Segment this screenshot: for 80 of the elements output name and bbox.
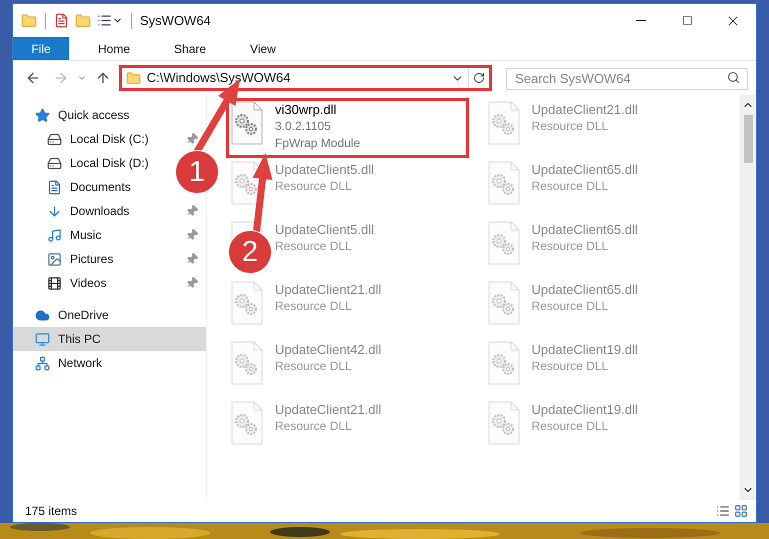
sidebar-item[interactable]: Local Disk (C:)	[13, 127, 206, 151]
file-detail: Resource DLL	[275, 298, 353, 315]
file-tab[interactable]: File	[13, 37, 69, 60]
file-name: UpdateClient21.dll	[275, 401, 382, 418]
sidebar-item[interactable]: Quick access	[13, 103, 138, 127]
dll-file-icon	[488, 162, 519, 204]
up-icon[interactable]	[94, 70, 111, 86]
sidebar-item[interactable]: Documents	[13, 175, 139, 199]
file-name: UpdateClient21.dll	[532, 101, 638, 118]
highlighted-file-item[interactable]: vi30wrp.dll 3.0.2.1105 FpWrap Module	[227, 99, 468, 157]
file-detail: Resource DLL	[275, 178, 353, 195]
refresh-icon[interactable]	[473, 72, 486, 84]
file-detail: 3.0.2.1105	[275, 118, 332, 135]
scroll-thumb[interactable]	[744, 115, 752, 163]
file-name: UpdateClient65.dll	[532, 281, 638, 298]
file-name: UpdateClient42.dll	[275, 341, 382, 358]
file-name: UpdateClient21.dll	[275, 281, 382, 298]
star-icon	[35, 108, 50, 122]
address-path: C:\Windows\SysWOW64	[146, 69, 292, 88]
file-name: UpdateClient5.dll	[275, 221, 374, 238]
sidebar-item[interactable]: Downloads	[13, 199, 206, 223]
drive-icon	[47, 156, 62, 170]
file-name: UpdateClient19.dll	[532, 401, 638, 418]
network-icon	[35, 356, 50, 370]
dll-file-icon	[232, 402, 262, 444]
download-icon	[47, 204, 62, 218]
drive-icon	[47, 132, 62, 146]
large-icons-view-icon[interactable]	[734, 504, 748, 518]
item-count: 175 items	[25, 503, 78, 520]
window-title: SysWOW64	[140, 12, 212, 30]
sidebar-item[interactable]: Pictures	[13, 247, 206, 271]
file-name: UpdateClient5.dll	[275, 161, 374, 178]
file-detail: Resource DLL	[532, 238, 610, 255]
dll-file-icon	[232, 282, 262, 324]
film-icon	[47, 276, 62, 290]
file-detail: Resource DLL	[532, 358, 610, 375]
ribbon-tab[interactable]: Home	[83, 37, 146, 60]
file-detail: Resource DLL	[275, 358, 353, 375]
sidebar-item[interactable]: Network	[13, 351, 110, 375]
address-field[interactable]: C:\Windows\SysWOW64	[118, 65, 492, 91]
file-detail: Resource DLL	[275, 238, 353, 255]
dll-file-icon	[232, 342, 262, 384]
file-name: UpdateClient19.dll	[532, 341, 638, 358]
file-detail: FpWrap Module	[275, 135, 360, 152]
file-detail: Resource DLL	[275, 418, 353, 435]
sidebar-item[interactable]: Local Disk (D:)	[13, 151, 157, 175]
sidebar-item[interactable]: Videos	[13, 271, 206, 295]
picture-icon	[47, 252, 62, 266]
maximize-icon	[682, 15, 692, 26]
search-icon[interactable]	[726, 71, 740, 84]
sidebar-item[interactable]: OneDrive	[13, 303, 117, 327]
monitor-icon	[35, 332, 50, 346]
document-icon	[47, 180, 62, 194]
file-detail: Resource DLL	[532, 418, 610, 435]
dll-file-icon	[488, 342, 519, 384]
sidebar-item[interactable]: Music	[13, 223, 206, 247]
dll-file-icon	[488, 222, 519, 264]
dll-file-icon	[488, 102, 519, 144]
file-name: vi30wrp.dll	[275, 101, 338, 118]
sidebar-item[interactable]: This PC	[13, 327, 206, 351]
search-field[interactable]: Search SysWOW64	[506, 68, 748, 90]
minimize-icon	[636, 20, 646, 21]
music-note-icon	[47, 228, 62, 242]
back-icon[interactable]	[25, 70, 41, 86]
file-detail: Resource DLL	[532, 178, 610, 195]
file-detail: Resource DLL	[532, 298, 610, 315]
file-name: UpdateClient65.dll	[532, 221, 638, 238]
properties-icon[interactable]	[54, 13, 69, 28]
scrollbar[interactable]	[740, 95, 756, 500]
dll-file-icon	[232, 102, 262, 144]
dll-file-icon	[488, 282, 519, 324]
file-detail: Resource DLL	[532, 118, 610, 135]
ribbon-tab[interactable]: View	[235, 37, 291, 60]
ribbon-tab[interactable]: Share	[159, 37, 222, 60]
folder-icon	[126, 70, 141, 86]
cloud-icon	[35, 308, 50, 322]
view-icon[interactable]	[97, 13, 112, 28]
dll-file-icon	[488, 402, 519, 444]
details-view-icon[interactable]	[716, 504, 730, 518]
file-name: UpdateClient65.dll	[532, 161, 638, 178]
